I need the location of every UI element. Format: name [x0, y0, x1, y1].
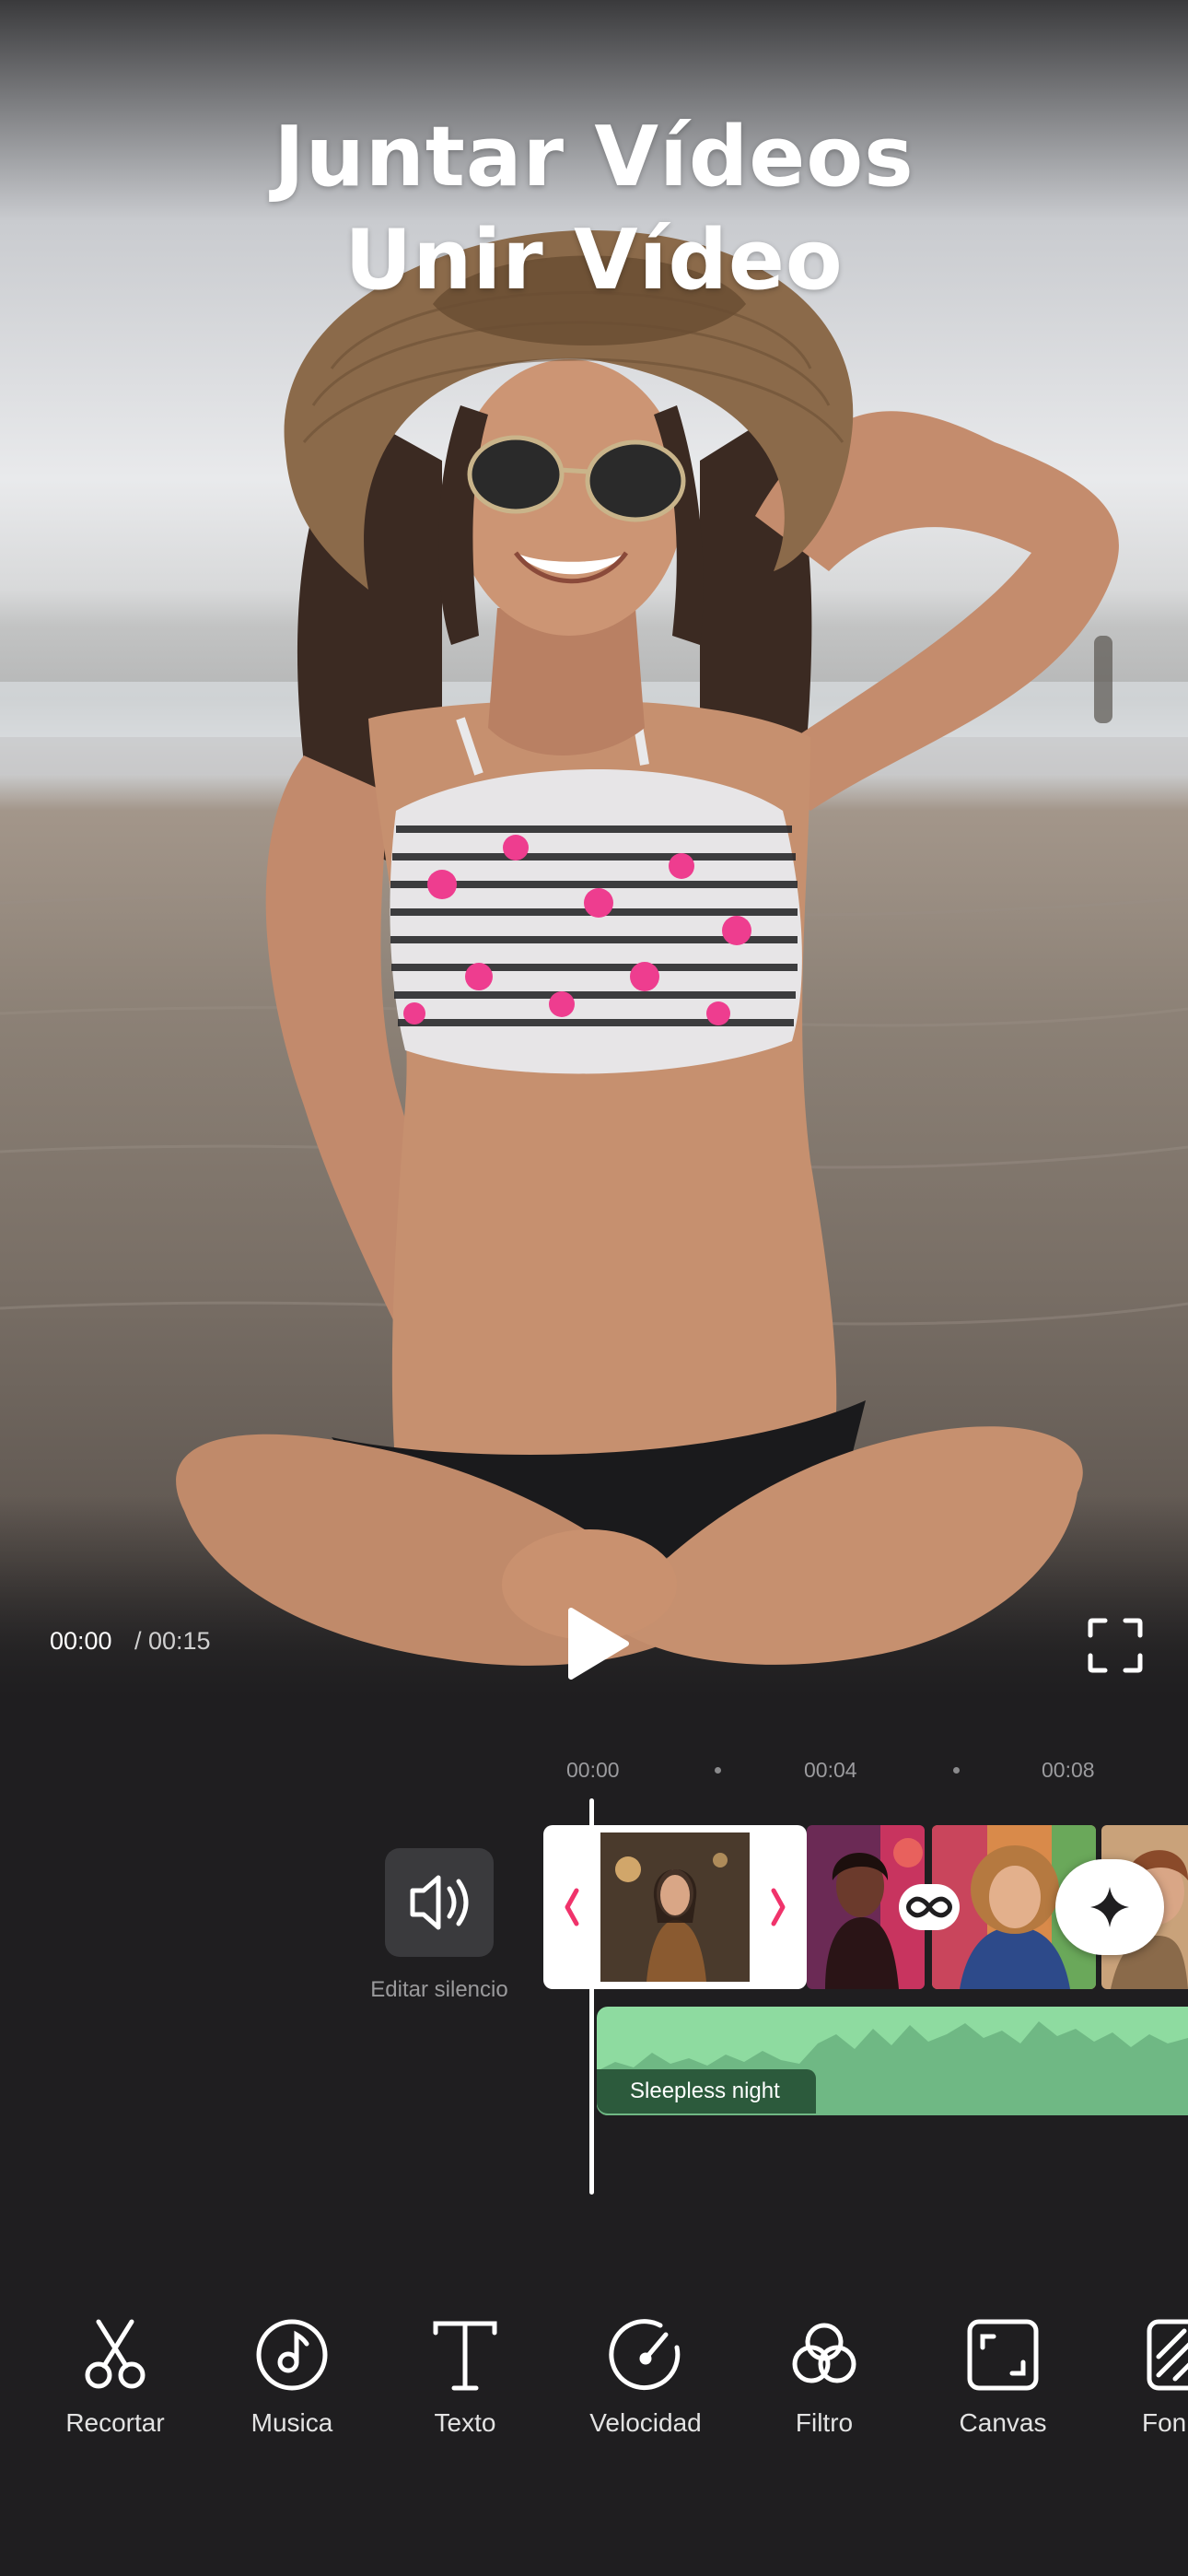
tool-text[interactable]: Texto: [387, 2314, 543, 2438]
tool-label: Filtro: [795, 2408, 854, 2437]
current-time: 00:00: [50, 1627, 112, 1655]
play-icon[interactable]: [558, 1605, 635, 1682]
playhead[interactable]: [589, 1798, 594, 2195]
headline-line-1: Juntar Vídeos: [274, 109, 914, 205]
background-icon: [1147, 2319, 1188, 2391]
mute-label: Editar silencio: [370, 1977, 508, 2002]
ruler-mark-2: 00:08: [1042, 1758, 1095, 1782]
ruler-mark-0: 00:00: [566, 1758, 620, 1782]
tool-label: Canvas: [959, 2408, 1047, 2437]
tool-trim[interactable]: Recortar: [37, 2314, 193, 2438]
speedometer-icon: [609, 2319, 681, 2391]
speaker-icon: [410, 1875, 469, 1930]
tool-background[interactable]: Fon: [1101, 2314, 1188, 2438]
tool-label: Texto: [434, 2408, 496, 2437]
audio-track-name: Sleepless night: [597, 2069, 816, 2113]
headline-line-2: Unir Vídeo: [344, 212, 844, 309]
tool-label: Musica: [250, 2408, 333, 2437]
filter-icon: [792, 2323, 856, 2383]
transition-button[interactable]: [899, 1884, 960, 1930]
plus-sparkle-icon: [1090, 1887, 1129, 1927]
music-note-icon: [256, 2319, 328, 2391]
ruler-dot: [953, 1767, 960, 1774]
clip-thumbnail: [600, 1832, 750, 1982]
canvas-icon: [967, 2319, 1039, 2391]
add-clip-button[interactable]: [1055, 1859, 1164, 1955]
total-duration: / 00:15: [134, 1627, 211, 1655]
text-icon: [433, 2321, 497, 2391]
tool-label: Fon: [1142, 2408, 1187, 2437]
tool-label: Recortar: [65, 2408, 165, 2437]
infinity-icon: [906, 1896, 952, 1918]
ruler-dot: [715, 1767, 721, 1774]
scissors-icon: [85, 2319, 146, 2389]
tool-canvas[interactable]: Canvas: [925, 2314, 1081, 2438]
trim-handle-left[interactable]: [562, 1887, 582, 1927]
ruler-mark-1: 00:04: [804, 1758, 857, 1782]
tool-music[interactable]: Musica: [214, 2314, 370, 2438]
tool-speed[interactable]: Velocidad: [567, 2314, 724, 2438]
fullscreen-icon[interactable]: [1087, 1617, 1144, 1674]
video-preview[interactable]: Juntar Vídeos Unir Vídeo 00:00 / 00:15: [0, 0, 1188, 1700]
tool-filter[interactable]: Filtro: [746, 2314, 903, 2438]
mute-button[interactable]: [385, 1848, 494, 1957]
trim-handle-right[interactable]: [768, 1887, 788, 1927]
tool-label: Velocidad: [589, 2408, 702, 2437]
